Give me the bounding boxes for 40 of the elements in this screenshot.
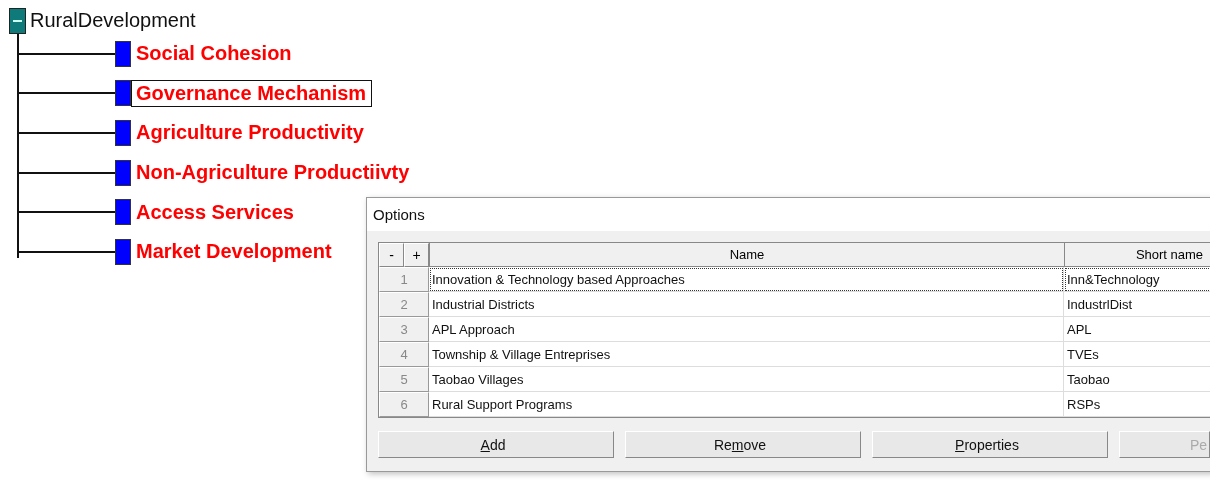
- node-icon: [115, 120, 131, 146]
- row-number: 2: [379, 292, 429, 317]
- table-cell: APL: [1064, 317, 1210, 342]
- table-cell: Taobao: [1064, 367, 1210, 392]
- dialog-button[interactable]: Add: [378, 431, 614, 458]
- node-icon: [115, 159, 131, 186]
- table-cell: IndustrlDist: [1064, 292, 1210, 317]
- row-number: 1: [379, 267, 429, 292]
- tree-node-label[interactable]: Agriculture Productivity: [131, 119, 370, 147]
- tree-node-label[interactable]: Non-Agriculture Productiivty: [131, 159, 416, 187]
- node-icon: [115, 238, 131, 265]
- table-cell: Industrial Districts: [429, 292, 1064, 317]
- row-number: 3: [379, 317, 429, 342]
- collapse-toggle[interactable]: [9, 7, 26, 34]
- table-cell: Innovation & Technology based Approaches: [429, 267, 1064, 292]
- table-cell: TVEs: [1064, 342, 1210, 367]
- table-cell: Inn&Technology: [1064, 267, 1210, 292]
- table-cell: Township & Village Entreprises: [429, 342, 1064, 367]
- tree-node-label[interactable]: Access Services: [131, 198, 300, 226]
- dialog-button[interactable]: Remove: [625, 431, 861, 458]
- collapse-button[interactable]: -: [379, 243, 404, 267]
- row-number: 6: [379, 392, 429, 417]
- node-icon: [115, 40, 131, 67]
- table-cell: Rural Support Programs: [429, 392, 1064, 417]
- node-icon: [115, 199, 131, 226]
- tree-node-label[interactable]: Governance Mechanism: [131, 79, 373, 107]
- table-cell: Taobao Villages: [429, 367, 1064, 392]
- expand-button[interactable]: +: [404, 243, 429, 267]
- tree-root-label[interactable]: RuralDevelopment: [30, 9, 196, 32]
- column-header[interactable]: Short name: [1064, 243, 1210, 267]
- tree-node-label[interactable]: Social Cohesion: [131, 40, 298, 68]
- node-icon: [115, 80, 131, 107]
- row-number: 4: [379, 342, 429, 367]
- tree-node-label[interactable]: Market Development: [131, 238, 338, 266]
- table-cell: APL Approach: [429, 317, 1064, 342]
- column-header[interactable]: Name: [429, 243, 1064, 267]
- dialog-button[interactable]: Properties: [872, 431, 1108, 458]
- row-number: 5: [379, 367, 429, 392]
- window-title: Options: [373, 206, 425, 223]
- table-cell: RSPs: [1064, 392, 1210, 417]
